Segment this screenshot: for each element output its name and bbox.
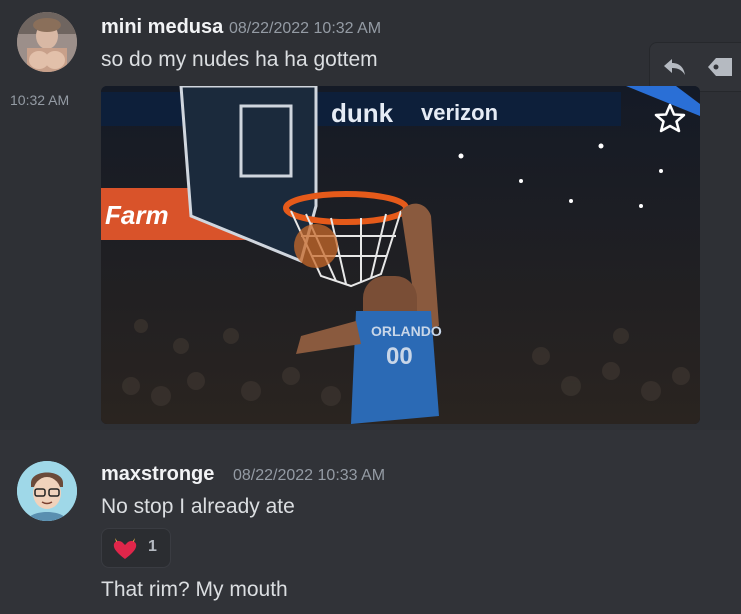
message-toolbar [649, 42, 741, 92]
message-timestamp[interactable]: 08/22/2022 10:33 AM [233, 467, 385, 485]
gif-image: dunk verizon Farm ORLANDO 00 [101, 86, 700, 424]
gif-jersey-number: 00 [386, 343, 413, 370]
gif-banner-word: dunk [331, 98, 394, 128]
gif-banner-brand: verizon [421, 100, 498, 125]
avatar-mini-medusa[interactable] [17, 12, 77, 72]
avatar-image [17, 461, 77, 521]
username[interactable]: mini medusa [101, 16, 223, 39]
gif-sign-text: Farm [105, 200, 169, 230]
reaction-button[interactable]: 1 [101, 528, 171, 568]
username[interactable]: maxstronge [101, 463, 214, 486]
reply-icon [664, 59, 685, 75]
more-button[interactable] [702, 49, 738, 85]
avatar-maxstronge[interactable] [17, 461, 77, 521]
message-timestamp[interactable]: 08/22/2022 10:32 AM [229, 20, 381, 38]
forward-icon [708, 58, 732, 76]
avatar-image [17, 12, 77, 72]
gif-embed[interactable]: dunk verizon Farm ORLANDO 00 [101, 86, 700, 424]
gif-jersey-team: ORLANDO [371, 323, 442, 339]
favorite-star-icon[interactable] [654, 102, 686, 134]
message-text-2: That rim? My mouth [101, 578, 288, 601]
gif-timestamp: 10:32 AM [10, 92, 70, 108]
horned-heart-icon [113, 538, 137, 559]
reply-button[interactable] [656, 49, 692, 85]
message-text: so do my nudes ha ha gottem [101, 48, 378, 71]
reaction-count: 1 [148, 538, 157, 555]
message-text: No stop I already ate [101, 495, 295, 518]
